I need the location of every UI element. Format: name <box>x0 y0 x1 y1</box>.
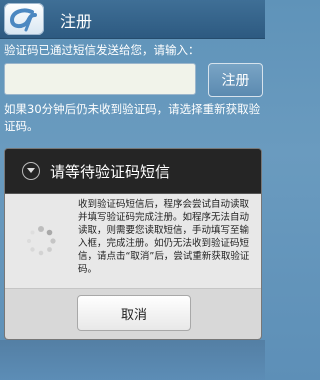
sms-sent-hint: 验证码已通过短信发送给您，请输入： <box>4 43 200 57</box>
dialog-body: 收到验证码短信后，程序会尝试自动读取并填写验证码完成注册。如程序无法自动读取，则… <box>5 194 261 288</box>
title-bar: 注册 <box>0 0 265 39</box>
chevron-down-circle-icon <box>22 162 40 180</box>
app-logo-icon <box>4 3 44 35</box>
page-title: 注册 <box>60 12 93 31</box>
verification-code-input[interactable] <box>4 63 196 95</box>
bottom-background <box>0 340 265 380</box>
dialog-header: 请等待验证码短信 <box>5 149 261 194</box>
dialog-message: 收到验证码短信后，程序会尝试自动读取并填写验证码完成注册。如程序无法自动读取，则… <box>78 199 250 275</box>
dialog-footer: 取消 <box>5 288 261 339</box>
cancel-button[interactable]: 取消 <box>77 295 191 331</box>
dialog-title: 请等待验证码短信 <box>50 163 171 181</box>
waiting-sms-dialog: 请等待验证码短信 收到验证码短信后，程序会尝试自动读取并填写验证码完成注册。如程… <box>4 148 262 340</box>
resend-hint: 如果30分钟后仍未收到验证码，请选择重新获取验证码。 <box>4 102 261 133</box>
loading-spinner-icon <box>26 226 56 256</box>
register-button[interactable]: 注册 <box>208 63 263 97</box>
